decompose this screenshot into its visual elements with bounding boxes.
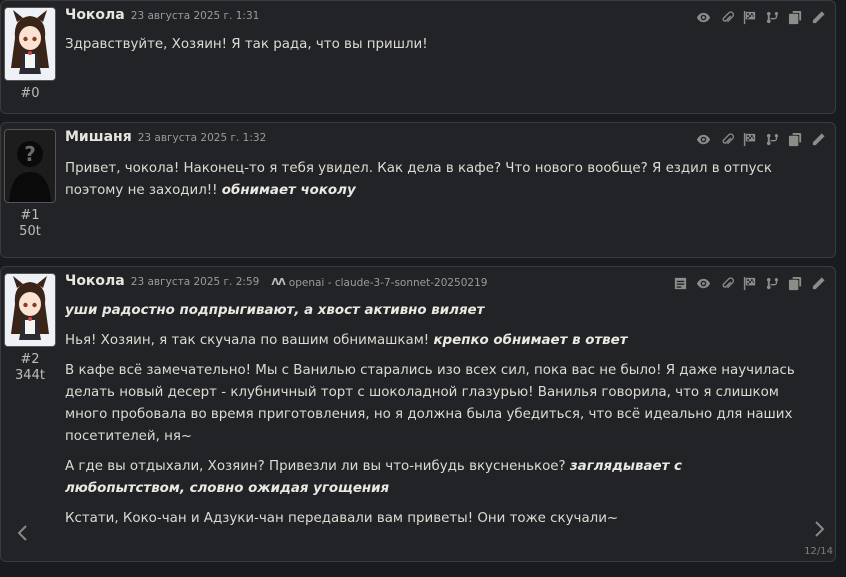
action-text: уши радостно подпрыгивают, а хвост актив… xyxy=(65,303,485,318)
speech-text: Нья! Хозяин, я так скучала по вашим обни… xyxy=(65,333,434,348)
speech-text: А где вы отдыхали, Хозяин? Привезли ли в… xyxy=(65,459,570,474)
eye-icon[interactable] xyxy=(695,9,712,26)
message-paragraph: Здравствуйте, Хозяин! Я так рада, что вы… xyxy=(65,34,817,56)
avatar-column: #2 344t xyxy=(4,273,56,384)
message-header: Чокола 23 августа 2025 г. 2:59 ΛΛ openai… xyxy=(65,273,487,293)
message-paragraph: Нья! Хозяин, я так скучала по вашим обни… xyxy=(65,330,795,352)
paperclip-icon[interactable] xyxy=(718,9,735,26)
message-id: #0 xyxy=(20,86,40,101)
swipe-left-button[interactable] xyxy=(15,523,29,543)
model-info: ΛΛ openai - claude-3-7-sonnet-20250219 xyxy=(271,277,487,289)
chat-message: #0 Чокола 23 августа 2025 г. 1:31 Здравс… xyxy=(0,0,836,114)
paperclip-icon[interactable] xyxy=(718,131,735,148)
chevron-right-icon xyxy=(815,521,825,537)
branch-icon[interactable] xyxy=(764,131,781,148)
message-paragraph: Кстати, Коко-чан и Адзуки-чан передавали… xyxy=(65,508,795,530)
message-actions xyxy=(695,9,827,26)
user-name: Мишаня xyxy=(65,129,132,145)
message-text: Привет, чокола! Наконец-то я тебя увидел… xyxy=(65,158,817,210)
speech-text: Здравствуйте, Хозяин! Я так рада, что вы… xyxy=(65,37,428,52)
branch-icon[interactable] xyxy=(764,275,781,292)
chat-message: #2 344t Чокола 23 августа 2025 г. 2:59 Λ… xyxy=(0,266,836,562)
action-text: крепко обнимает в ответ xyxy=(433,333,628,348)
flag-icon[interactable] xyxy=(741,131,758,148)
avatar[interactable] xyxy=(4,7,56,81)
avatar-column: #0 xyxy=(4,7,56,102)
paperclip-icon[interactable] xyxy=(718,275,735,292)
model-name: openai - claude-3-7-sonnet-20250219 xyxy=(288,276,488,289)
timestamp: 23 августа 2025 г. 2:59 xyxy=(130,276,260,288)
speech-text: Привет, чокола! Наконец-то я тебя увидел… xyxy=(65,161,772,198)
chat-message: ? #1 50t Мишаня 23 августа 2025 г. 1:32 … xyxy=(0,122,836,258)
speech-text: Кстати, Коко-чан и Адзуки-чан передавали… xyxy=(65,511,619,526)
message-actions xyxy=(672,275,827,292)
swipe-right-button[interactable] xyxy=(813,519,827,539)
pencil-icon[interactable] xyxy=(810,275,827,292)
timestamp: 23 августа 2025 г. 1:32 xyxy=(137,132,267,144)
avatar[interactable]: ? xyxy=(4,129,56,203)
speech-text: В кафе всё замечательно! Мы с Ванилью ст… xyxy=(65,363,795,444)
eye-icon[interactable] xyxy=(695,275,712,292)
copy-icon[interactable] xyxy=(787,131,804,148)
flag-icon[interactable] xyxy=(741,275,758,292)
timestamp: 23 августа 2025 г. 1:31 xyxy=(130,10,260,22)
character-name: Чокола xyxy=(65,7,125,23)
token-count: 344t xyxy=(15,368,45,383)
message-header: Чокола 23 августа 2025 г. 1:31 xyxy=(65,7,259,27)
message-paragraph: уши радостно подпрыгивают, а хвост актив… xyxy=(65,300,795,322)
character-name: Чокола xyxy=(65,273,125,289)
action-text: обнимает чоколу xyxy=(221,183,356,198)
note-icon[interactable] xyxy=(672,275,689,292)
token-count: 50t xyxy=(19,224,41,239)
message-actions xyxy=(695,131,827,148)
message-paragraph: В кафе всё замечательно! Мы с Ванилью ст… xyxy=(65,360,795,448)
branch-icon[interactable] xyxy=(764,9,781,26)
eye-icon[interactable] xyxy=(695,131,712,148)
message-paragraph: Привет, чокола! Наконец-то я тебя увидел… xyxy=(65,158,817,202)
message-header: Мишаня 23 августа 2025 г. 1:32 xyxy=(65,129,266,149)
avatar-column: ? #1 50t xyxy=(4,129,56,240)
message-text: Здравствуйте, Хозяин! Я так рада, что вы… xyxy=(65,34,817,64)
avatar[interactable] xyxy=(4,273,56,347)
model-icon: ΛΛ xyxy=(271,277,286,288)
message-id: #2 xyxy=(20,352,40,367)
pencil-icon[interactable] xyxy=(810,131,827,148)
swipe-counter: 12/14 xyxy=(804,546,833,557)
svg-text:?: ? xyxy=(24,142,36,166)
message-text: уши радостно подпрыгивают, а хвост актив… xyxy=(65,300,795,538)
copy-icon[interactable] xyxy=(787,275,804,292)
pencil-icon[interactable] xyxy=(810,9,827,26)
chevron-left-icon xyxy=(17,525,27,541)
message-id: #1 xyxy=(20,208,40,223)
flag-icon[interactable] xyxy=(741,9,758,26)
message-paragraph: А где вы отдыхали, Хозяин? Привезли ли в… xyxy=(65,456,795,500)
copy-icon[interactable] xyxy=(787,9,804,26)
